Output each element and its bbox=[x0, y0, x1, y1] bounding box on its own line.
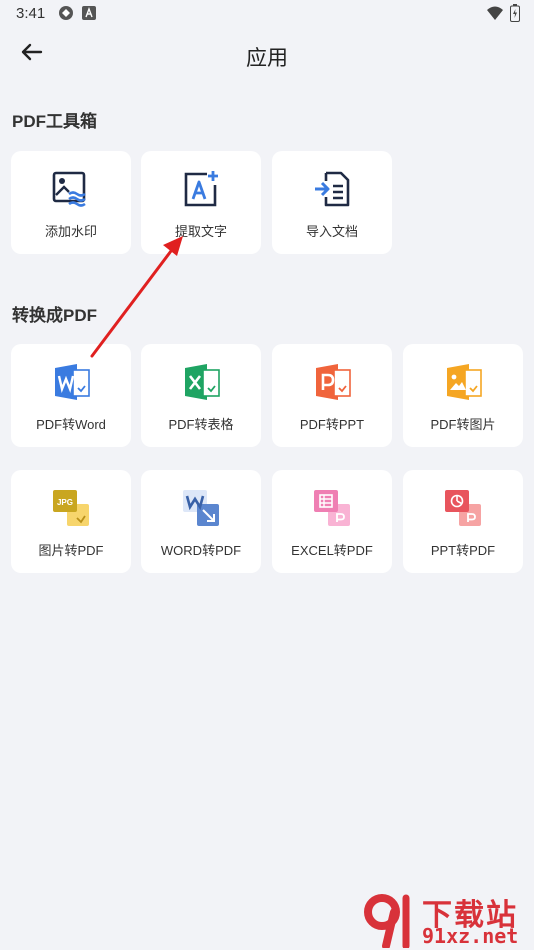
tool-label: PPT转PDF bbox=[430, 543, 496, 558]
battery-icon bbox=[510, 4, 520, 27]
convert-image-to-pdf[interactable]: JPG 图片转PDF bbox=[11, 470, 131, 573]
image-to-pdf-icon: JPG bbox=[51, 488, 91, 528]
import-document-icon bbox=[312, 169, 352, 209]
extract-text-icon bbox=[181, 169, 221, 209]
pdf-to-excel-icon bbox=[181, 362, 221, 402]
tool-label: 导入文档 bbox=[305, 224, 358, 239]
excel-to-pdf-icon bbox=[312, 488, 352, 528]
notification-app-icon bbox=[82, 6, 96, 25]
tool-label: PDF转Word bbox=[36, 417, 106, 432]
section-title-pdf-tools: PDF工具箱 bbox=[12, 112, 97, 131]
convert-pdf-to-word[interactable]: PDF转Word bbox=[11, 344, 131, 447]
convert-pdf-to-excel[interactable]: PDF转表格 bbox=[141, 344, 261, 447]
watermark-logo-icon bbox=[360, 890, 418, 950]
tool-import-document[interactable]: 导入文档 bbox=[272, 151, 392, 254]
watermark-icon bbox=[51, 169, 91, 209]
tool-label: EXCEL转PDF bbox=[291, 543, 373, 558]
convert-ppt-to-pdf[interactable]: PPT转PDF bbox=[403, 470, 523, 573]
site-watermark: 下载站 91xz.net bbox=[360, 890, 530, 950]
pdf-to-word-icon bbox=[51, 362, 91, 402]
tool-add-watermark[interactable]: 添加水印 bbox=[11, 151, 131, 254]
page-title: 应用 bbox=[246, 47, 288, 70]
section-title-convert-pdf: 转换成PDF bbox=[12, 306, 97, 325]
tool-label: PDF转PPT bbox=[299, 417, 365, 432]
ppt-to-pdf-icon bbox=[443, 488, 483, 528]
word-to-pdf-icon bbox=[181, 488, 221, 528]
pdf-to-ppt-icon bbox=[312, 362, 352, 402]
tool-label: 图片转PDF bbox=[38, 543, 104, 558]
sync-icon bbox=[58, 5, 74, 26]
svg-text:JPG: JPG bbox=[57, 498, 73, 507]
tool-label: PDF转表格 bbox=[168, 417, 234, 432]
status-time: 3:41 bbox=[16, 5, 46, 22]
tool-label: 提取文字 bbox=[174, 224, 227, 239]
convert-excel-to-pdf[interactable]: EXCEL转PDF bbox=[272, 470, 392, 573]
status-bar: 3:41 bbox=[0, 0, 534, 28]
convert-pdf-to-ppt[interactable]: PDF转PPT bbox=[272, 344, 392, 447]
tool-label: 添加水印 bbox=[44, 224, 97, 239]
tool-label: PDF转图片 bbox=[430, 417, 496, 432]
app-header: 应用 bbox=[0, 28, 534, 84]
wifi-icon bbox=[486, 5, 504, 26]
pdf-to-image-icon bbox=[443, 362, 483, 402]
tool-extract-text[interactable]: 提取文字 bbox=[141, 151, 261, 254]
watermark-domain: 91xz.net bbox=[422, 924, 519, 948]
convert-word-to-pdf[interactable]: WORD转PDF bbox=[141, 470, 261, 573]
tool-label: WORD转PDF bbox=[160, 543, 242, 558]
convert-pdf-to-image[interactable]: PDF转图片 bbox=[403, 344, 523, 447]
